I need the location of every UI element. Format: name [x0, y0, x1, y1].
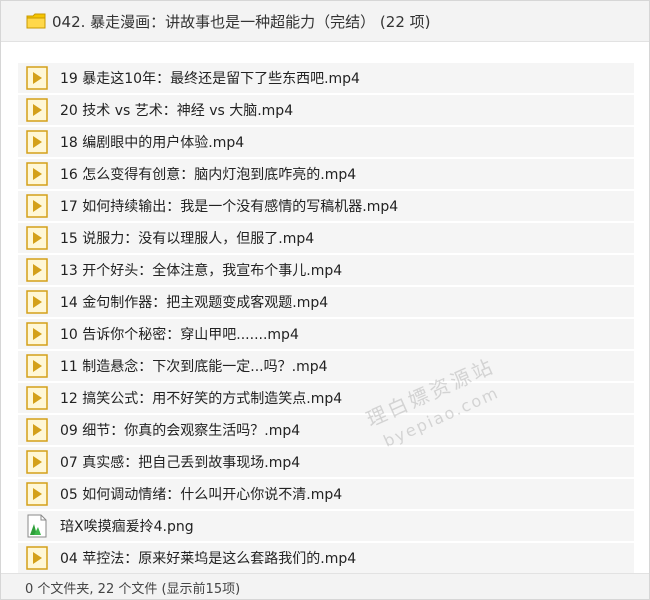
file-name: 05 如何调动情绪：什么叫开心你说不清.mp4: [60, 487, 343, 503]
video-file-icon: [26, 354, 48, 378]
file-name: 11 制造悬念：下次到底能一定...吗？.mp4: [60, 359, 328, 375]
file-row[interactable]: 04 苹控法：原来好莱坞是这么套路我们的.mp4: [18, 543, 634, 573]
file-name: 04 苹控法：原来好莱坞是这么套路我们的.mp4: [60, 551, 357, 567]
file-row[interactable]: 10 告诉你个秘密：穿山甲吧.......mp4: [18, 319, 634, 349]
folder-title: 042. 暴走漫画：讲故事也是一种超能力（完结） (22 项): [52, 12, 431, 31]
file-row[interactable]: 15 说服力：没有以理服人，但服了.mp4: [18, 223, 634, 253]
file-row[interactable]: 13 开个好头：全体注意，我宣布个事儿.mp4: [18, 255, 634, 285]
video-file-icon: [26, 450, 48, 474]
status-bar: 0 个文件夹, 22 个文件 (显示前15项): [1, 573, 649, 599]
file-name: 19 暴走这10年：最终还是留下了些东西吧.mp4: [60, 71, 360, 87]
file-row[interactable]: 09 细节：你真的会观察生活吗？.mp4: [18, 415, 634, 445]
file-name: 17 如何持续输出：我是一个没有感情的写稿机器.mp4: [60, 199, 399, 215]
file-row[interactable]: 19 暴走这10年：最终还是留下了些东西吧.mp4: [18, 63, 634, 93]
video-file-icon: [26, 194, 48, 218]
video-file-icon: [26, 418, 48, 442]
file-list: 19 暴走这10年：最终还是留下了些东西吧.mp4 20 技术 vs 艺术：神经 …: [1, 63, 649, 573]
video-file-icon: [26, 130, 48, 154]
file-name: 09 细节：你真的会观察生活吗？.mp4: [60, 423, 301, 439]
file-name: 16 怎么变得有创意：脑内灯泡到底咋亮的.mp4: [60, 167, 357, 183]
file-name: 15 说服力：没有以理服人，但服了.mp4: [60, 231, 315, 247]
video-file-icon: [26, 386, 48, 410]
video-file-icon: [26, 98, 48, 122]
video-file-icon: [26, 162, 48, 186]
file-row[interactable]: 20 技术 vs 艺术：神经 vs 大脑.mp4: [18, 95, 634, 125]
video-file-icon: [26, 66, 48, 90]
file-row[interactable]: 14 金句制作器：把主观题变成客观题.mp4: [18, 287, 634, 317]
file-name: 20 技术 vs 艺术：神经 vs 大脑.mp4: [60, 103, 294, 119]
file-row[interactable]: 07 真实感：把自己丢到故事现场.mp4: [18, 447, 634, 477]
video-file-icon: [26, 482, 48, 506]
file-name: 12 搞笑公式：用不好笑的方式制造笑点.mp4: [60, 391, 343, 407]
file-window: 042. 暴走漫画：讲故事也是一种超能力（完结） (22 项) 19 暴走这10…: [0, 0, 650, 600]
file-row[interactable]: 17 如何持续输出：我是一个没有感情的写稿机器.mp4: [18, 191, 634, 221]
video-file-icon: [26, 546, 48, 570]
file-row[interactable]: 11 制造悬念：下次到底能一定...吗？.mp4: [18, 351, 634, 381]
file-row[interactable]: 05 如何调动情绪：什么叫开心你说不清.mp4: [18, 479, 634, 509]
video-file-icon: [26, 258, 48, 282]
file-name: 10 告诉你个秘密：穿山甲吧.......mp4: [60, 327, 299, 343]
file-row[interactable]: 16 怎么变得有创意：脑内灯泡到底咋亮的.mp4: [18, 159, 634, 189]
file-name: 琣X唉摸痼爰拎4.png: [60, 519, 194, 535]
video-file-icon: [26, 322, 48, 346]
file-name: 18 编剧眼中的用户体验.mp4: [60, 135, 245, 151]
folder-icon: [26, 13, 46, 29]
video-file-icon: [26, 226, 48, 250]
file-row[interactable]: 12 搞笑公式：用不好笑的方式制造笑点.mp4: [18, 383, 634, 413]
file-name: 13 开个好头：全体注意，我宣布个事儿.mp4: [60, 263, 343, 279]
file-name: 07 真实感：把自己丢到故事现场.mp4: [60, 455, 301, 471]
title-bar: 042. 暴走漫画：讲故事也是一种超能力（完结） (22 项): [1, 1, 649, 42]
status-text: 0 个文件夹, 22 个文件 (显示前15项): [25, 581, 241, 597]
image-file-icon: [26, 514, 48, 538]
file-row[interactable]: 琣X唉摸痼爰拎4.png: [18, 511, 634, 541]
video-file-icon: [26, 290, 48, 314]
file-name: 14 金句制作器：把主观题变成客观题.mp4: [60, 295, 329, 311]
file-row[interactable]: 18 编剧眼中的用户体验.mp4: [18, 127, 634, 157]
